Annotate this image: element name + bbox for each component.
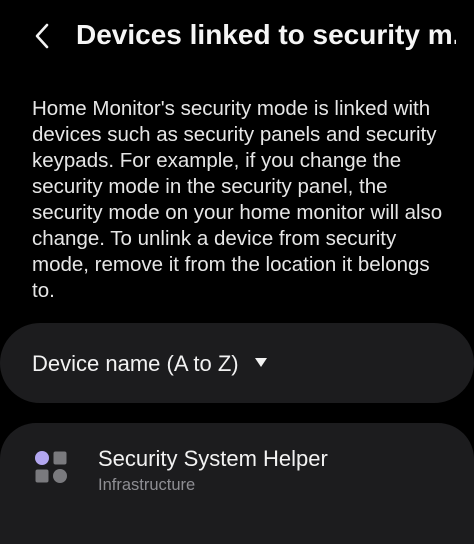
description-text: Home Monitor's security mode is linked w… (32, 97, 443, 302)
sort-dropdown[interactable]: Device name (A to Z) (0, 323, 474, 403)
caret-down-icon (255, 358, 267, 367)
page-title: Devices linked to security m... (76, 19, 456, 50)
device-list-item[interactable] (0, 423, 474, 544)
device-name: Security System Helper (98, 446, 328, 471)
app-header: Devices linked to security m... (0, 0, 474, 70)
chevron-left-icon (35, 23, 49, 49)
device-category: Infrastructure (98, 476, 196, 494)
sort-label: Device name (A to Z) (32, 351, 239, 376)
back-button[interactable] (22, 14, 62, 58)
device-grid-icon (35, 451, 67, 483)
